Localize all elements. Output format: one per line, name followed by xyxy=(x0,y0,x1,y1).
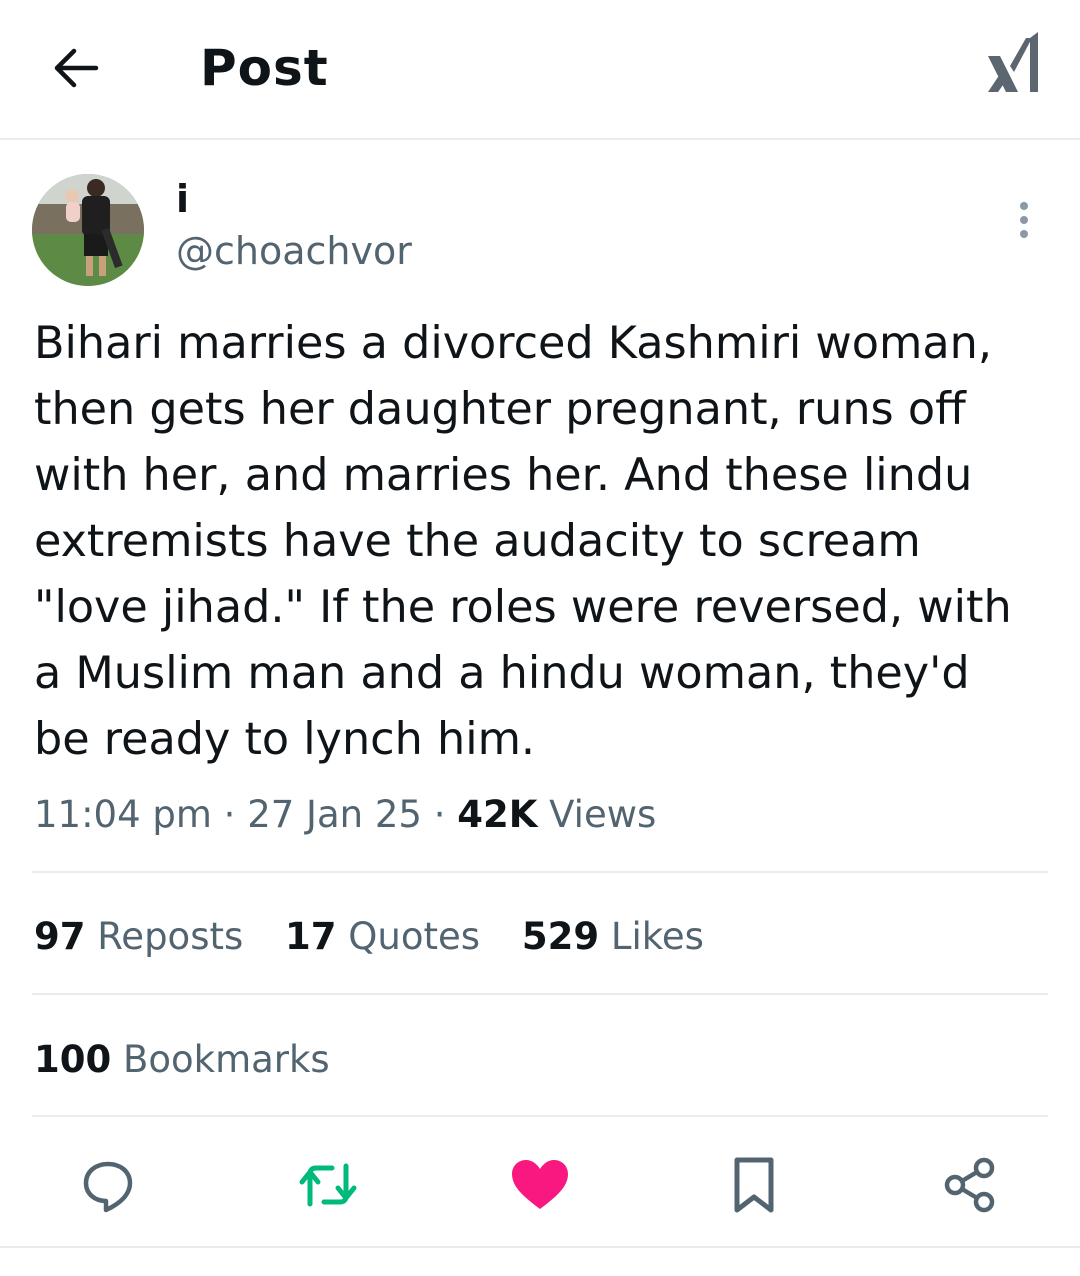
bookmark-button[interactable] xyxy=(722,1150,786,1220)
top-bar: Post xyxy=(0,0,1080,140)
bookmarks-label: Bookmarks xyxy=(111,1038,330,1081)
bookmarks-count: 100 xyxy=(34,1038,112,1081)
arrow-left-icon xyxy=(54,48,99,88)
share-button[interactable] xyxy=(938,1150,1002,1220)
divider xyxy=(0,1246,1080,1248)
divider xyxy=(32,993,1048,995)
likes-count: 529 xyxy=(521,915,600,958)
views-count: 42K xyxy=(457,793,538,836)
page-title: Post xyxy=(200,39,329,97)
meta-separator: · xyxy=(211,793,248,836)
bookmark-icon xyxy=(734,1157,774,1213)
like-button[interactable] xyxy=(508,1150,572,1220)
views-label: Views xyxy=(537,793,657,836)
share-icon xyxy=(944,1157,995,1213)
reposts-stat[interactable]: 97 Reposts xyxy=(34,915,243,958)
reposts-label: Reposts xyxy=(85,915,244,958)
user-handle[interactable]: @choachvor xyxy=(176,226,412,276)
repost-icon xyxy=(299,1163,357,1207)
quotes-label: Quotes xyxy=(336,915,481,958)
more-vertical-icon xyxy=(1020,202,1028,238)
quotes-stat[interactable]: 17 Quotes xyxy=(285,915,480,958)
back-button[interactable] xyxy=(48,40,104,96)
likes-stat[interactable]: 529 Likes xyxy=(522,915,704,958)
meta-separator: · xyxy=(421,793,458,836)
avatar[interactable] xyxy=(32,174,144,286)
reply-icon xyxy=(83,1161,133,1213)
divider xyxy=(32,1115,1048,1117)
likes-label: Likes xyxy=(599,915,704,958)
bookmarks-stat[interactable]: 100 Bookmarks xyxy=(34,1033,330,1087)
x-logo-icon[interactable] xyxy=(980,30,1050,100)
tweet-date[interactable]: 27 Jan 25 xyxy=(247,793,422,836)
more-options-button[interactable] xyxy=(1004,196,1044,244)
repost-button[interactable] xyxy=(296,1150,360,1220)
reposts-count: 97 xyxy=(34,915,86,958)
divider xyxy=(32,871,1048,873)
tweet-text: Bihari marries a divorced Kashmiri woman… xyxy=(34,318,1012,765)
tweet-meta: 11:04 pm · 27 Jan 25 · 42K Views xyxy=(34,790,656,840)
quotes-count: 17 xyxy=(285,915,337,958)
engagement-stats: 97 Reposts 17 Quotes 529 Likes xyxy=(34,910,734,964)
tweet-time[interactable]: 11:04 pm xyxy=(34,793,212,836)
reply-button[interactable] xyxy=(76,1150,140,1220)
display-name[interactable]: i xyxy=(176,176,189,222)
heart-icon xyxy=(512,1160,568,1209)
